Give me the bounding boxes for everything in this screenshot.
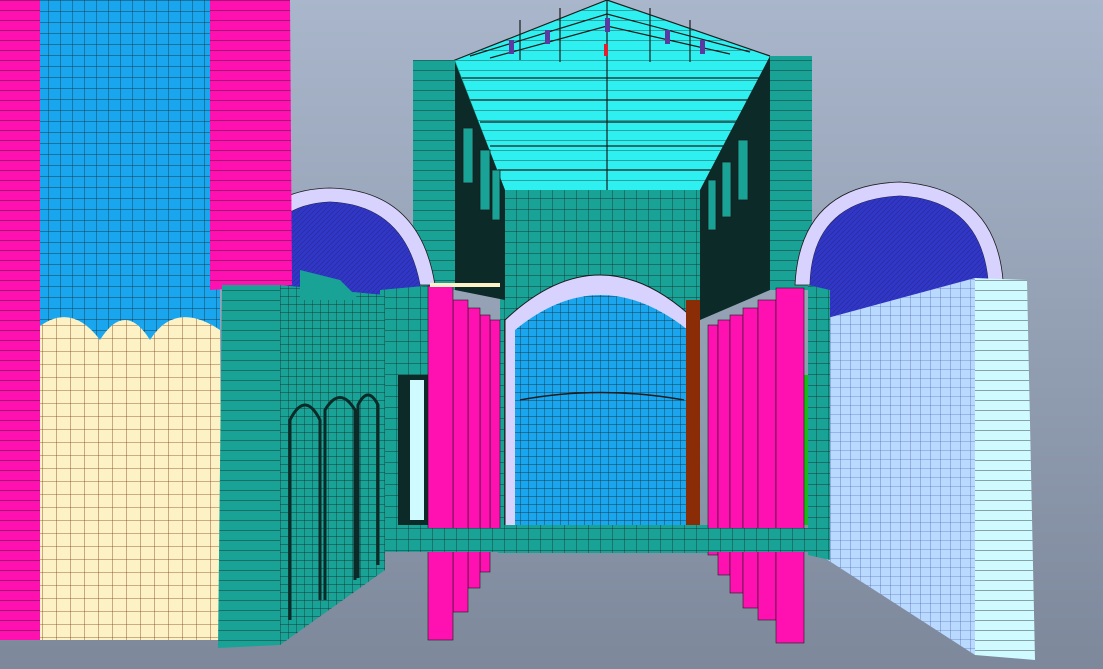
mesh-viewport[interactable] <box>0 0 1103 669</box>
floor-sill <box>385 528 825 552</box>
apse-dome <box>498 274 708 553</box>
left-inner-panel <box>380 285 435 540</box>
